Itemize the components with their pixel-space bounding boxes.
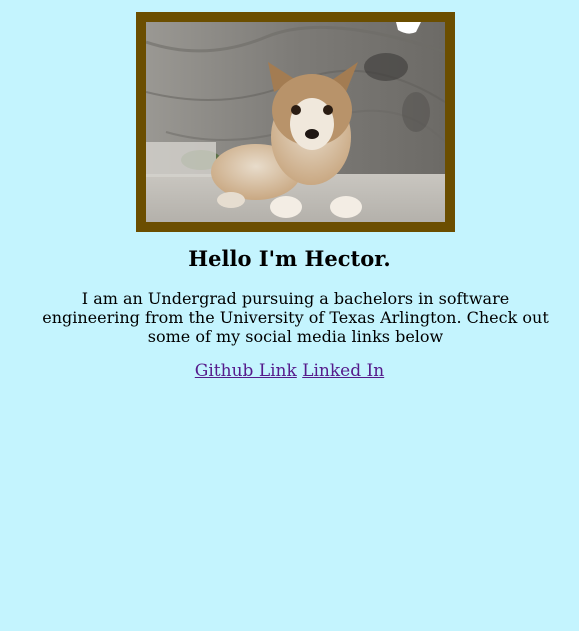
linkedin-link[interactable]: Linked In — [302, 361, 384, 381]
puppy-photo-image — [146, 22, 445, 222]
profile-photo — [136, 12, 455, 232]
social-links: Github Link Linked In — [0, 361, 579, 381]
page-title: Hello I'm Hector. — [188, 246, 391, 271]
github-link[interactable]: Github Link — [195, 361, 297, 381]
intro-paragraph: I am an Undergrad pursuing a bachelors i… — [42, 289, 549, 346]
page: Hello I'm Hector. I am an Undergrad purs… — [0, 0, 579, 631]
